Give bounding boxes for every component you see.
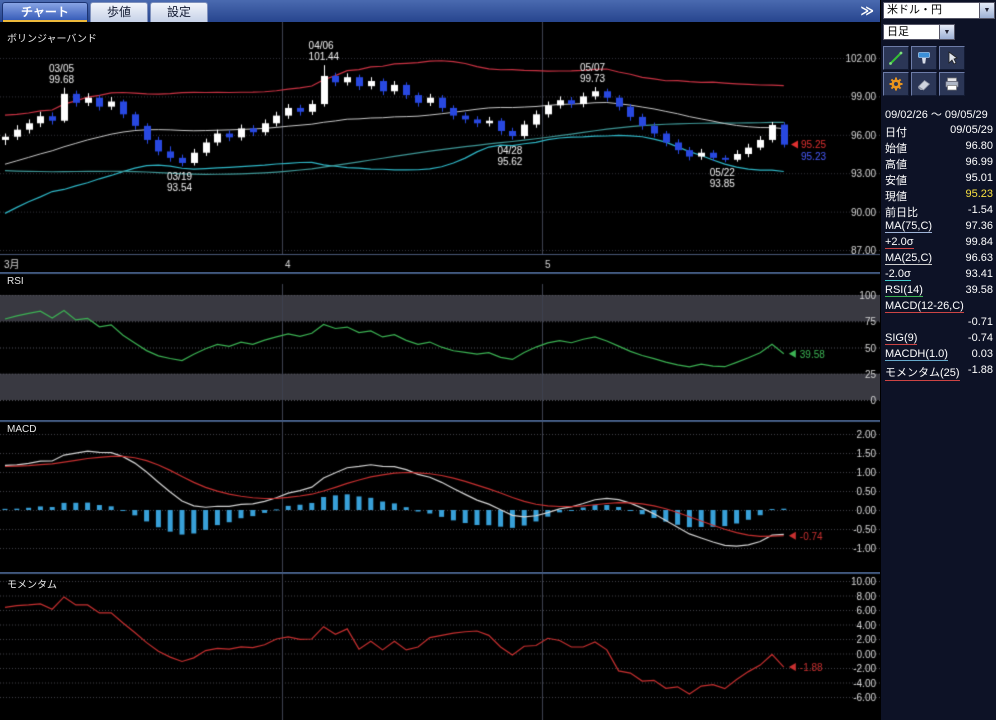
cursor-tool-button[interactable] [939,46,965,70]
tab-settings[interactable]: 設定 [150,2,208,22]
info-row-label: 高値 [885,159,907,171]
info-row-value: -1.88 [967,364,993,376]
line-tool-button[interactable] [883,46,909,70]
info-row: 始値 96.80 [885,140,993,156]
info-row-value: -0.71 [967,316,993,328]
momentum-canvas[interactable] [0,572,880,720]
info-row-value: 99.84 [965,236,993,248]
info-row: 高値 96.99 [885,156,993,172]
rsi-panel: RSI [0,272,880,420]
info-row: MACDH(1.0) 0.03 [885,348,993,364]
info-row: -2.0σ 93.41 [885,268,993,284]
info-row: SIG(9) -0.74 [885,332,993,348]
timeframe-select[interactable]: 日足 [883,24,939,40]
info-row-value: 09/05/29 [950,124,993,136]
info-row-label: -2.0σ [885,268,911,281]
info-row-label: 始値 [885,143,907,155]
info-rows: 日付 09/05/29 始値 96.80 高値 96.99 安値 95.01 現値 95.23 前日… [885,124,993,381]
info-row-value: 0.03 [971,348,993,360]
info-row-value: -0.74 [967,332,993,344]
macd-canvas[interactable] [0,420,880,572]
info-row-label: RSI(14) [885,284,923,297]
info-row-label: MACDH(1.0) [885,348,948,361]
brush-tool-button[interactable] [911,46,937,70]
settings-tool-button[interactable] [883,72,909,96]
info-row-value: 96.80 [965,140,993,152]
info-row: モメンタム(25) -1.88 [885,364,993,381]
info-row-value: 95.23 [965,188,993,200]
info-row: -0.71 [885,316,993,332]
info-row-label: 現値 [885,191,907,203]
tab-tick[interactable]: 歩値 [90,2,148,22]
info-row-label: +2.0σ [885,236,914,249]
drawing-toolbar [883,46,965,96]
info-row: +2.0σ 99.84 [885,236,993,252]
info-row-label: モメンタム(25) [885,364,960,381]
info-row: MA(25,C) 96.63 [885,252,993,268]
main-chart-panel: ボリンジャーバンド [0,22,880,272]
print-tool-button[interactable] [939,72,965,96]
pair-select[interactable]: 米ドル・円 [883,2,979,19]
info-row-value: -1.54 [967,204,993,216]
printer-icon [945,77,959,91]
info-row-value: 97.36 [965,220,993,232]
info-row: 安値 95.01 [885,172,993,188]
info-row-label: 前日比 [885,207,918,219]
info-row-value: 96.99 [965,156,993,168]
info-row: MACD(12-26,C) [885,300,993,316]
info-row: MA(75,C) 97.36 [885,220,993,236]
info-row-value: 96.63 [965,252,993,264]
info-row-label: 安値 [885,175,907,187]
macd-panel: MACD [0,420,880,572]
tabbar: チャート 歩値 設定 ≫ [0,0,880,22]
eraser-tool-icon [917,79,931,91]
info-row-value: 39.58 [965,284,993,296]
main-chart-canvas[interactable] [0,22,880,272]
info-row-value: 93.41 [965,268,993,280]
info-row: 前日比 -1.54 [885,204,993,220]
info-row: 現値 95.23 [885,188,993,204]
info-row: RSI(14) 39.58 [885,284,993,300]
cursor-tool-icon [948,51,958,65]
momentum-panel: モメンタム [0,572,880,720]
date-range-label: 09/02/26 ～ 09/05/29 [885,109,988,121]
expand-arrows-button[interactable]: ≫ [860,3,874,19]
timeframe-dropdown-arrow-icon[interactable]: ▼ [939,24,955,40]
rsi-canvas[interactable] [0,272,880,420]
gear-icon [889,77,903,91]
sidebar: 米ドル・円 ▼ 日足 ▼ 09/02/26 ～ 09/05/29 日付 09/05… [880,0,996,720]
line-tool-icon [889,51,903,65]
info-row-label: MA(75,C) [885,220,933,233]
brush-tool-icon [918,52,930,64]
info-row-label: 日付 [885,127,907,139]
info-row-value: 95.01 [965,172,993,184]
info-row-label: MA(25,C) [885,252,933,265]
info-row-label: SIG(9) [885,332,918,345]
eraser-tool-button[interactable] [911,72,937,96]
pair-dropdown-arrow-icon[interactable]: ▼ [979,2,995,19]
tab-chart[interactable]: チャート [2,2,88,22]
info-row: 日付 09/05/29 [885,124,993,140]
info-row-label: MACD(12-26,C) [885,300,964,313]
